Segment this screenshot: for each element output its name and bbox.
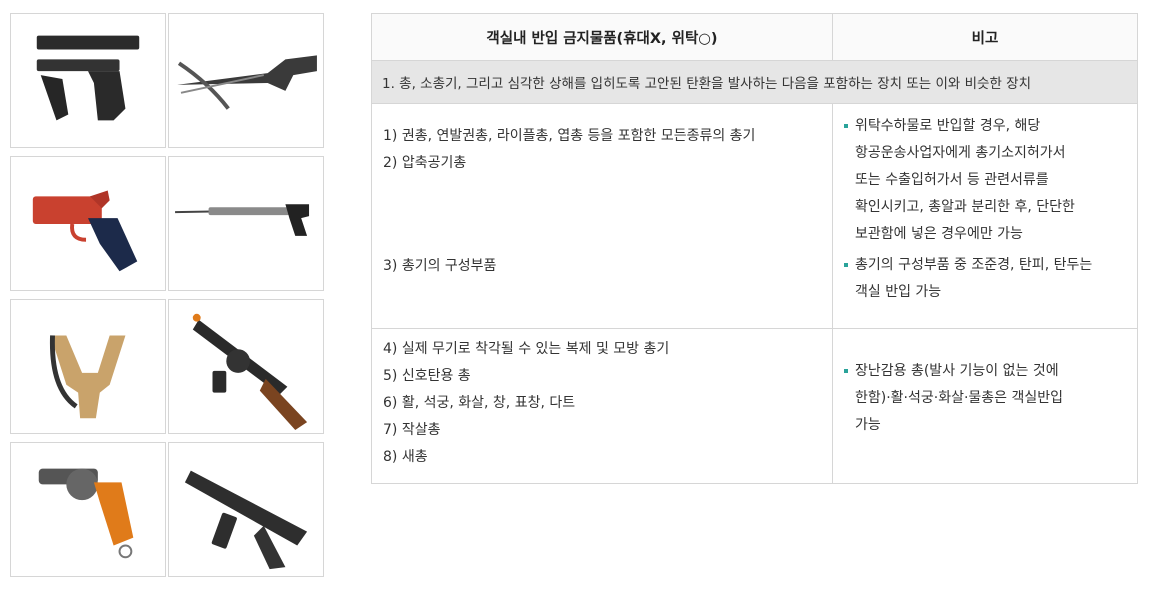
prohibited-items-table: 객실내 반입 금지물품(휴대X, 위탁○) 비고 1. 총, 소총기, 그리고 …	[371, 13, 1138, 484]
remarks-cell: 장난감용 총(발사 기능이 없는 것에 한함)·활·석궁·화살·물총은 객실반입…	[832, 328, 1138, 484]
table-header-row: 객실내 반입 금지물품(휴대X, 위탁○) 비고	[371, 13, 1138, 61]
remark-line: 가능	[855, 417, 881, 433]
remark-line: 총기의 구성부품 중 조준경, 탄피, 탄두는	[855, 257, 1093, 273]
remarks-cell: 위탁수하물로 반입할 경우, 해당 항공운송사업자에게 총기소지허가서 또는 수…	[832, 103, 1138, 329]
remark-line: 항공운송사업자에게 총기소지허가서	[855, 145, 1066, 161]
toy-rifle-image	[168, 442, 324, 577]
remark-line: 객실 반입 가능	[855, 284, 942, 300]
section-title: 1. 총, 소총기, 그리고 심각한 상해를 입히도록 고안된 탄환을 발사하는…	[371, 60, 1138, 104]
flare-gun-image	[10, 156, 166, 291]
item-line: 1) 권총, 연발권총, 라이플총, 엽총 등을 포함한 모든종류의 총기	[383, 128, 756, 144]
item-line: 4) 실제 무기로 착각될 수 있는 복제 및 모방 총기	[383, 341, 670, 357]
remark-line: 또는 수출입허가서 등 관련서류를	[855, 172, 1049, 188]
remark-bullet: 총기의 구성부품 중 조준경, 탄피, 탄두는 객실 반입 가능	[844, 252, 1126, 306]
remark-line: 장난감용 총(발사 기능이 없는 것에	[855, 363, 1059, 379]
item-line: 2) 압축공기총	[383, 155, 467, 171]
table-row: 4) 실제 무기로 착각될 수 있는 복제 및 모방 총기 5) 신호탄용 총 …	[371, 328, 1138, 484]
handgun-image	[10, 13, 166, 148]
section-row: 1. 총, 소총기, 그리고 심각한 상해를 입히도록 고안된 탄환을 발사하는…	[371, 60, 1138, 104]
remark-line: 확인시키고, 총알과 분리한 후, 단단한	[855, 199, 1075, 215]
remark-line: 보관함에 넣은 경우에만 가능	[855, 226, 1023, 242]
remark-line: 위탁수하물로 반입할 경우, 해당	[855, 118, 1041, 134]
remark-line: 한함)·활·석궁·화살·물총은 객실반입	[855, 390, 1064, 406]
spear-gun-image	[168, 156, 324, 291]
revolver-toy-image	[10, 442, 166, 577]
toy-submachine-gun-image	[168, 299, 324, 434]
table-row: 1) 권총, 연발권총, 라이플총, 엽총 등을 포함한 모든종류의 총기 2)…	[371, 103, 1138, 329]
items-cell: 4) 실제 무기로 착각될 수 있는 복제 및 모방 총기 5) 신호탄용 총 …	[371, 328, 833, 484]
slingshot-image	[10, 299, 166, 434]
remark-bullet: 위탁수하물로 반입할 경우, 해당 항공운송사업자에게 총기소지허가서 또는 수…	[844, 113, 1126, 248]
item-line: 6) 활, 석궁, 화살, 창, 표창, 다트	[383, 395, 576, 411]
header-remarks: 비고	[832, 13, 1138, 61]
remark-bullet: 장난감용 총(발사 기능이 없는 것에 한함)·활·석궁·화살·물총은 객실반입…	[844, 358, 1126, 439]
crossbow-image	[168, 13, 324, 148]
header-prohibited-items: 객실내 반입 금지물품(휴대X, 위탁○)	[371, 13, 833, 61]
item-line: 7) 작살총	[383, 422, 441, 438]
item-line: 8) 새총	[383, 449, 428, 465]
item-line: 3) 총기의 구성부품	[383, 258, 497, 274]
items-cell: 1) 권총, 연발권총, 라이플총, 엽총 등을 포함한 모든종류의 총기 2)…	[371, 103, 833, 329]
item-line: 5) 신호탄용 총	[383, 368, 471, 384]
